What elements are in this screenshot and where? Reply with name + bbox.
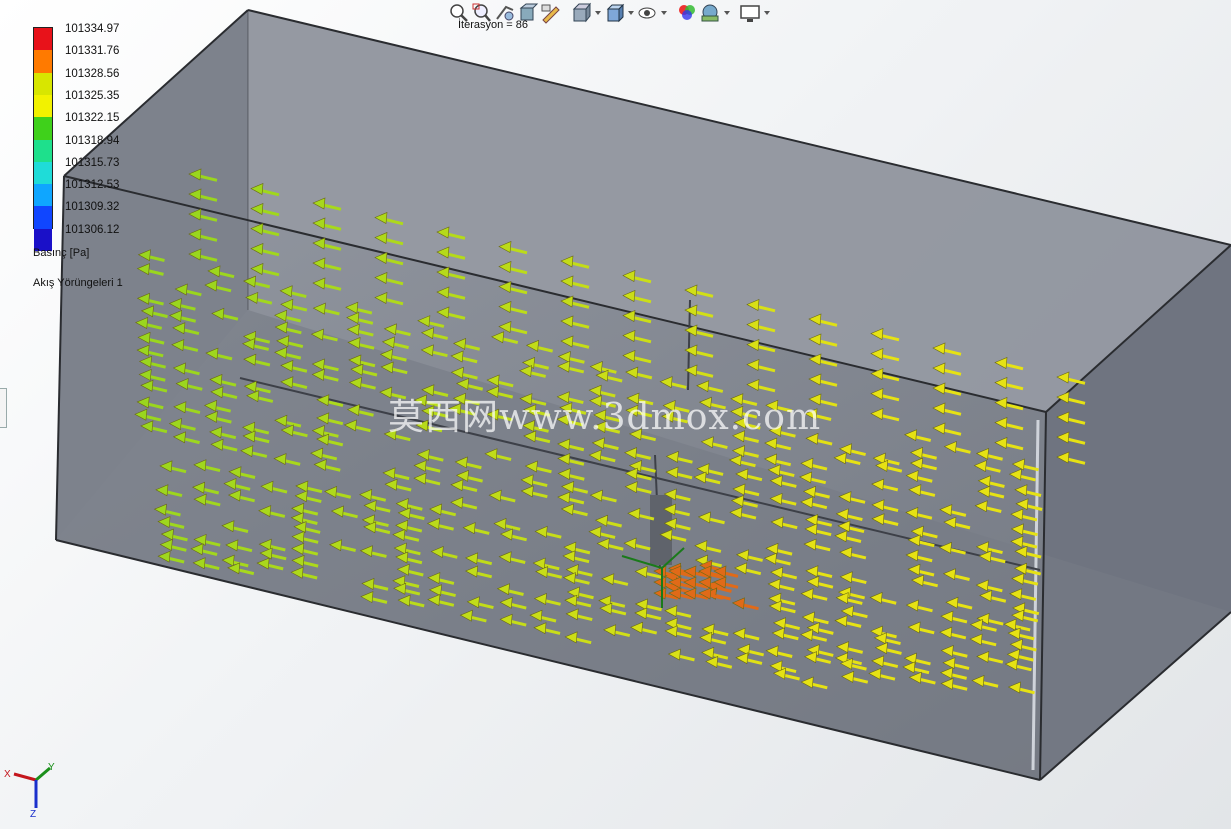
edit-appearance-button[interactable]: [676, 2, 698, 24]
flow-simulation-scene[interactable]: [0, 0, 1231, 829]
apply-scene-icon: [701, 4, 719, 22]
view-orientation-icon: [572, 2, 592, 23]
legend-value: 101315.73: [65, 156, 120, 169]
triad-z-label: Z: [30, 809, 36, 820]
display-style-button[interactable]: [603, 2, 625, 24]
legend-swatch: [34, 206, 52, 229]
legend-value: 101328.56: [65, 67, 120, 80]
hide-show-items-button[interactable]: [636, 2, 658, 24]
dropdown-arrow-icon[interactable]: [659, 2, 668, 24]
feature-manager-toggle-tab[interactable]: [0, 388, 7, 428]
legend-value: 101306.12: [65, 223, 120, 236]
legend-swatch: [34, 117, 52, 140]
legend-value: 101325.35: [65, 89, 120, 102]
legend-value: 101309.32: [65, 201, 120, 214]
legend-swatch: [34, 139, 52, 162]
triad-x-axis: [13, 772, 37, 782]
dropdown-arrow-icon[interactable]: [593, 2, 602, 24]
display-style-icon: [606, 3, 625, 23]
trajectory-label: Akış Yörüngeleri 1: [33, 277, 123, 289]
reference-triad: X Y Z: [4, 762, 55, 820]
iteration-counter: İterasyon = 86: [458, 19, 529, 31]
legend-value: 101331.76: [65, 45, 120, 58]
legend-swatch: [34, 161, 52, 185]
dynamic-annotation-button[interactable]: [540, 2, 562, 24]
legend-title: Basınç [Pa]: [33, 247, 90, 259]
view-settings-button[interactable]: [739, 2, 761, 24]
dropdown-arrow-icon[interactable]: [626, 2, 635, 24]
view-orientation-button[interactable]: [570, 2, 592, 24]
hide-show-items-icon: [638, 7, 656, 19]
graphics-viewport[interactable]: İterasyon = 86 101334.97 101331.76 101328.…: [0, 0, 1231, 829]
legend-swatch: [34, 94, 52, 118]
legend-swatch: [34, 28, 52, 51]
dropdown-arrow-icon[interactable]: [762, 2, 771, 24]
legend-value: 101334.97: [65, 23, 120, 35]
edit-appearance-icon: [679, 5, 695, 20]
legend-swatch: [34, 72, 52, 96]
legend-value: 101318.94: [65, 134, 120, 147]
apply-scene-button[interactable]: [699, 2, 721, 24]
legend-value: 101312.53: [65, 179, 120, 192]
triad-y-label: Y: [48, 762, 55, 773]
legend-color-bar: [33, 27, 53, 252]
legend-value: 101322.15: [65, 112, 120, 125]
triad-x-label: X: [4, 769, 11, 780]
view-settings-icon: [740, 5, 760, 22]
legend-swatch: [34, 50, 52, 73]
probe-cylinder: [650, 495, 672, 565]
legend-swatch: [34, 184, 52, 207]
dropdown-arrow-icon[interactable]: [722, 2, 731, 24]
dynamic-annotation-icon: [541, 4, 560, 24]
